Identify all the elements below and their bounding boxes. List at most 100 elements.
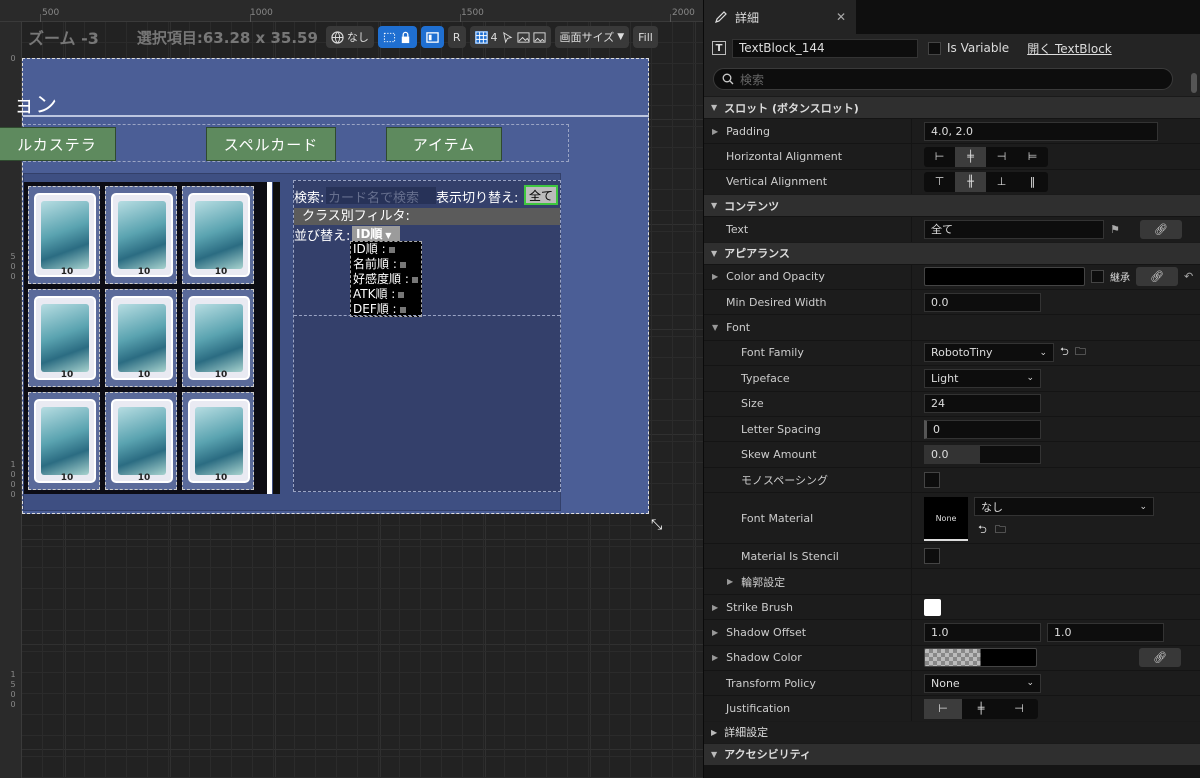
close-icon[interactable]: ✕ (836, 10, 846, 24)
tab-characters[interactable]: ルカステラ (0, 127, 116, 161)
font-material-dropdown[interactable]: なし ⌄ (974, 497, 1154, 517)
shadow-color-swatch[interactable] (924, 648, 1037, 668)
folder-search-icon[interactable]: 🗀 (995, 521, 1006, 540)
is-variable-checkbox[interactable] (928, 41, 941, 55)
tab-details[interactable]: 詳細 ✕ (704, 0, 856, 34)
open-textblock-link[interactable]: 開く TextBlock (1027, 40, 1112, 57)
grid-snap-button[interactable]: 4 (469, 26, 551, 48)
widget-name-input[interactable]: TextBlock_144 (732, 38, 918, 58)
respect-locks-button[interactable] (420, 26, 444, 48)
bind-button[interactable]: 🔗︎ (1139, 219, 1182, 239)
align-right-icon[interactable]: ⊣ (986, 147, 1017, 167)
card-count: 10 (214, 370, 228, 380)
bind-button[interactable]: 🔗︎ (1136, 267, 1178, 287)
flag-icon[interactable]: ⚑ (1110, 223, 1120, 236)
card-item[interactable]: 10 (182, 186, 254, 284)
align-vfill-icon[interactable]: ‖ (1017, 172, 1048, 192)
typeface-dropdown[interactable]: Light ⌄ (924, 368, 1041, 388)
grid-count: 4 (490, 30, 498, 44)
card-item[interactable]: 10 (28, 392, 100, 490)
padding-input[interactable]: 4.0, 2.0 (924, 121, 1158, 141)
align-top-icon[interactable]: ⊤ (924, 172, 955, 192)
card-item[interactable]: 10 (28, 186, 100, 284)
reset-icon[interactable]: ↶ (1184, 270, 1193, 283)
ruler-left-label: 1000 (10, 460, 16, 499)
sort-dropdown[interactable]: ID順 ▼ (352, 226, 400, 242)
chevron-right-icon[interactable]: ▶ (712, 272, 718, 281)
card-item[interactable]: 10 (105, 289, 177, 387)
prop-min-width: Min Desired Width 0.0 (704, 288, 1200, 315)
collection-area: 10 10 10 10 10 10 10 10 10 検索: カード名で検索 表… (23, 173, 561, 511)
sort-option[interactable]: 名前順 : (351, 257, 421, 272)
align-bottom-icon[interactable]: ⊥ (986, 172, 1017, 192)
monospacing-checkbox[interactable] (924, 471, 940, 488)
ruler-top-label: 1000 (250, 8, 273, 18)
designer-viewport[interactable]: 500 1000 1500 2000 0 500 1000 1500 ズーム -… (0, 0, 703, 778)
chevron-right-icon[interactable]: ▶ (727, 577, 733, 586)
section-content[interactable]: ▼ コンテンツ (704, 194, 1200, 217)
inherit-checkbox[interactable] (1091, 270, 1104, 284)
align-center-icon[interactable]: ╪ (955, 146, 986, 167)
card-item[interactable]: 10 (105, 186, 177, 284)
checkbox-icon (411, 276, 418, 283)
card-search-input[interactable]: カード名で検索 (326, 187, 436, 204)
section-appearance[interactable]: ▼ アピアランス (704, 241, 1200, 264)
bind-button[interactable]: 🔗︎ (1139, 648, 1181, 668)
class-filter-label[interactable]: クラス別フィルタ: (294, 208, 560, 225)
chevron-right-icon[interactable]: ▶ (712, 603, 718, 612)
fill-dropdown[interactable]: Fill (633, 26, 658, 48)
strike-brush-swatch[interactable] (924, 598, 941, 616)
browse-back-icon[interactable]: ⮌ (1060, 343, 1069, 362)
resize-handle-icon[interactable]: ⤡ (651, 517, 662, 533)
sort-option[interactable]: ATK順 : (351, 287, 421, 302)
card-item[interactable]: 10 (182, 392, 254, 490)
shadow-offset-x-input[interactable]: 1.0 (924, 622, 1041, 642)
section-advanced[interactable]: ▶ 詳細設定 (704, 720, 1200, 743)
chevron-right-icon[interactable]: ▶ (712, 127, 718, 136)
screen-size-dropdown[interactable]: 画面サイズ ▼ (554, 26, 630, 48)
color-swatch[interactable] (924, 267, 1085, 287)
stencil-checkbox[interactable] (924, 548, 940, 565)
text-input[interactable]: 全て (924, 219, 1104, 239)
card-count: 10 (137, 370, 151, 380)
min-width-input[interactable]: 0.0 (924, 292, 1041, 312)
widget-canvas[interactable]: ョン ルカステラ スペルカード アイテム 10 10 10 10 10 10 1… (0, 58, 649, 514)
size-input[interactable]: 24 (924, 394, 1041, 414)
sort-option[interactable]: ID順 : (351, 242, 421, 257)
justify-right-icon[interactable]: ⊣ (1000, 699, 1038, 719)
align-middle-icon[interactable]: ╫ (955, 171, 986, 192)
layout-toggle-button[interactable] (377, 26, 417, 48)
card-item[interactable]: 10 (105, 392, 177, 490)
details-search-input[interactable]: 検索 (713, 68, 1173, 90)
transform-policy-dropdown[interactable]: None ⌄ (924, 673, 1041, 693)
chevron-down-icon: ⌄ (1026, 373, 1034, 384)
chevron-right-icon[interactable]: ▶ (712, 653, 718, 662)
font-family-dropdown[interactable]: RobotoTiny ⌄ (924, 343, 1054, 363)
browse-back-icon[interactable]: ⮌ (978, 521, 987, 540)
all-button[interactable]: 全て (524, 185, 558, 205)
prop-monospacing: モノスペーシング (704, 466, 1200, 493)
card-item[interactable]: 10 (28, 289, 100, 387)
details-scrollbar[interactable] (1191, 73, 1197, 93)
shadow-offset-y-input[interactable]: 1.0 (1047, 622, 1164, 642)
r-button[interactable]: R (447, 26, 466, 48)
tab-spell-cards[interactable]: スペルカード (206, 127, 336, 161)
material-thumbnail[interactable]: None (924, 497, 968, 542)
align-left-icon[interactable]: ⊢ (924, 147, 955, 167)
skew-input[interactable]: 0.0 (924, 444, 1041, 464)
card-scrollbar-thumb[interactable] (273, 182, 280, 494)
justify-center-icon[interactable]: ╪ (962, 699, 1000, 719)
card-item[interactable]: 10 (182, 289, 254, 387)
section-slot[interactable]: ▼ スロット (ボタンスロット) (704, 96, 1200, 118)
locale-button[interactable]: なし (325, 26, 374, 48)
section-accessibility[interactable]: ▼ アクセシビリティ (704, 742, 1200, 765)
sort-option[interactable]: 好感度順 : (351, 272, 421, 287)
chevron-right-icon[interactable]: ▶ (712, 628, 718, 637)
align-fill-icon[interactable]: ⊨ (1017, 147, 1048, 167)
chevron-down-icon[interactable]: ▼ (712, 323, 718, 332)
card-scrollbar-track[interactable] (267, 182, 272, 494)
tab-items[interactable]: アイテム (386, 127, 502, 161)
justify-left-icon[interactable]: ⊢ (924, 698, 962, 719)
letter-spacing-input[interactable]: 0 (924, 419, 1041, 439)
folder-search-icon[interactable]: 🗀 (1075, 343, 1086, 362)
